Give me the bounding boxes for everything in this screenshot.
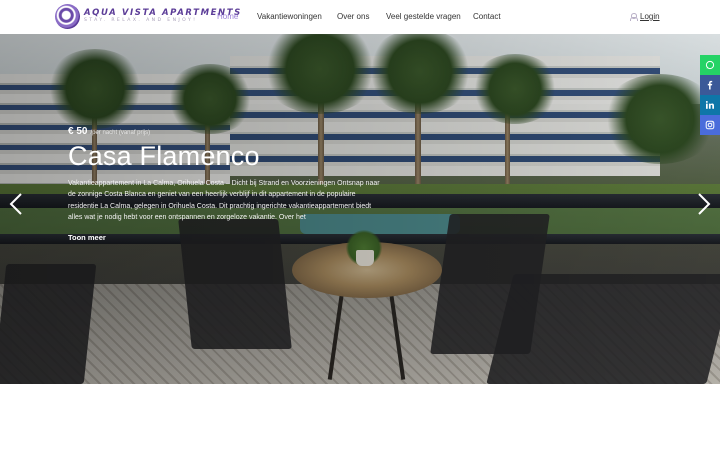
whatsapp-icon xyxy=(705,60,715,70)
show-more-link[interactable]: Toon meer xyxy=(68,233,106,242)
price-value: € 50 xyxy=(68,126,88,137)
social-bar xyxy=(700,55,720,135)
whatsapp-button[interactable] xyxy=(700,55,720,75)
price-suffix: /per nacht (vanaf prijs) xyxy=(90,130,151,136)
slider-next-button[interactable] xyxy=(697,192,711,216)
instagram-icon xyxy=(705,120,715,130)
chevron-left-icon xyxy=(9,193,22,215)
nav-item-over-ons[interactable]: Over ons xyxy=(337,12,369,21)
hero-price: € 50 /per nacht (vanaf prijs) xyxy=(68,126,388,137)
hero-slider: € 50 /per nacht (vanaf prijs) Casa Flame… xyxy=(0,34,720,384)
logo-mark-icon xyxy=(55,4,80,29)
instagram-button[interactable] xyxy=(700,115,720,135)
site-header: AQUA VISTA APARTMENTS STAY. RELAX. AND E… xyxy=(0,0,720,34)
page-content-area xyxy=(0,384,720,450)
slider-prev-button[interactable] xyxy=(9,192,23,216)
hero-content: € 50 /per nacht (vanaf prijs) Casa Flame… xyxy=(68,126,388,245)
linkedin-button[interactable] xyxy=(700,95,720,115)
facebook-button[interactable] xyxy=(700,75,720,95)
login-link[interactable]: Login xyxy=(630,12,660,21)
nav-item-vakantiewoningen[interactable]: Vakantiewoningen xyxy=(257,12,322,21)
nav-item-home[interactable]: Home xyxy=(217,12,238,21)
linkedin-icon xyxy=(705,100,714,109)
hero-title: Casa Flamenco xyxy=(68,141,260,171)
hero-description: Vakantieappartement in La Calma, Orihuel… xyxy=(68,179,380,222)
chevron-right-icon xyxy=(698,193,711,215)
nav-item-contact[interactable]: Contact xyxy=(473,12,501,21)
nav-item-faq[interactable]: Veel gestelde vragen xyxy=(386,12,461,21)
login-label: Login xyxy=(640,12,660,21)
logo[interactable]: AQUA VISTA APARTMENTS STAY. RELAX. AND E… xyxy=(55,4,242,29)
user-icon xyxy=(630,13,638,21)
facebook-icon xyxy=(707,80,713,90)
